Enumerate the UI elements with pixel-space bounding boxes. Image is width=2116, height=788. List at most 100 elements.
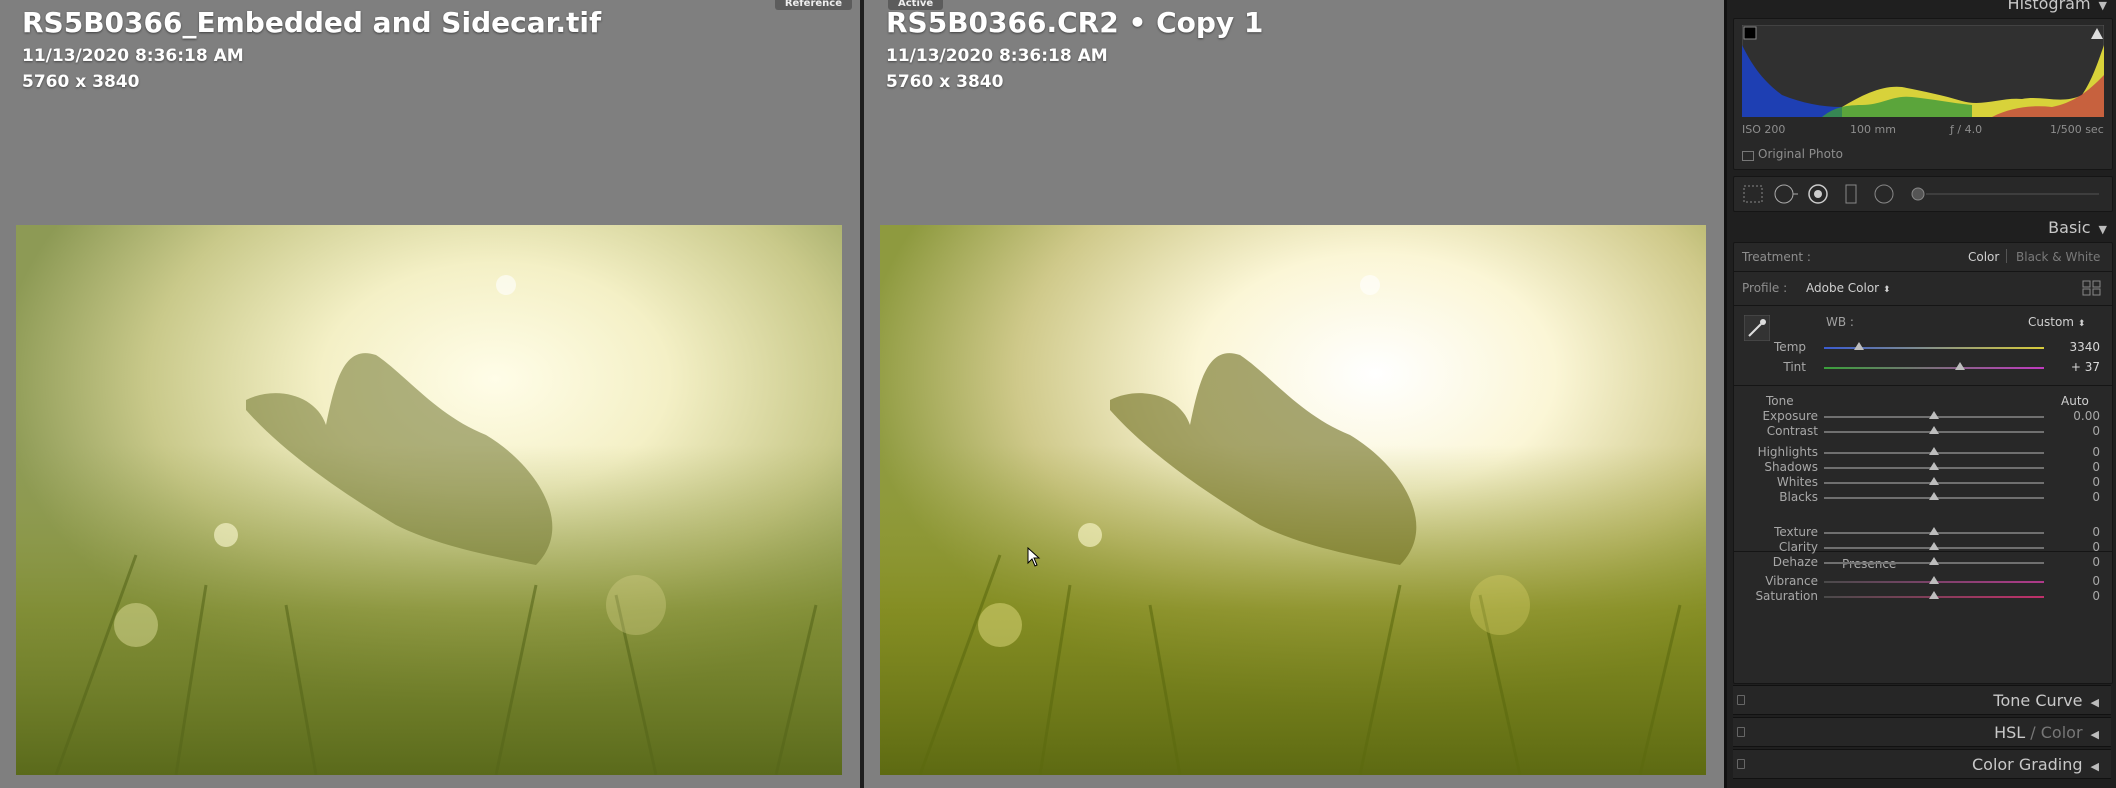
saturation-slider[interactable] (1824, 591, 2044, 599)
shadow-clipping-icon[interactable] (1743, 26, 1757, 40)
original-photo-label: Original Photo (1758, 147, 1844, 161)
presence-label: Presence (1842, 557, 1897, 571)
develop-right-panel: Histogram ▼ ISO 200 100 mm ƒ / 4.0 1/500 … (1724, 0, 2116, 788)
highlights-slider[interactable] (1824, 447, 2044, 455)
expand-triangle-icon[interactable]: ◀ (2091, 728, 2099, 741)
tint-label: Tint (1783, 360, 1806, 374)
highlights-label: Highlights (1757, 445, 1818, 459)
red-eye-icon[interactable] (1845, 184, 1857, 204)
collapse-triangle-icon[interactable]: ▼ (2099, 223, 2107, 236)
profile-dropdown[interactable]: Adobe Color ⬍ (1806, 281, 1890, 295)
expand-triangle-icon[interactable]: ◀ (2091, 760, 2099, 773)
vibrance-slider[interactable] (1824, 576, 2044, 584)
temp-slider[interactable] (1824, 342, 2044, 350)
dehaze-value[interactable]: 0 (2092, 555, 2100, 569)
saturation-value[interactable]: 0 (2092, 589, 2100, 603)
hsl-header[interactable]: HSL (1994, 723, 2025, 742)
highlights-slider-thumb[interactable] (1929, 447, 1939, 455)
panel-switch-icon[interactable] (1737, 759, 1745, 769)
tone-curve-header[interactable]: Tone Curve (1993, 691, 2082, 710)
color-grading-header[interactable]: Color Grading (1972, 755, 2083, 774)
original-photo-checkbox[interactable] (1742, 151, 1754, 161)
mouse-cursor-icon (1027, 547, 1041, 567)
blacks-value[interactable]: 0 (2092, 490, 2100, 504)
panel-switch-icon[interactable] (1737, 695, 1745, 705)
shadows-value[interactable]: 0 (2092, 460, 2100, 474)
treatment-bw-option[interactable]: Black & White (2016, 250, 2100, 264)
profile-browser-grid-icon[interactable] (2082, 280, 2102, 296)
expand-triangle-icon[interactable]: ◀ (2091, 696, 2099, 709)
histogram-aperture: ƒ / 4.0 (1950, 123, 1983, 136)
radial-icon[interactable] (1874, 184, 1894, 204)
tone-curve-panel[interactable]: Tone Curve ◀ (1733, 685, 2111, 715)
whites-slider-thumb[interactable] (1929, 477, 1939, 485)
brush-size-slider[interactable] (1911, 187, 2099, 201)
dehaze-slider[interactable] (1824, 557, 2044, 565)
exposure-label: Exposure (1762, 409, 1818, 423)
highlights-value[interactable]: 0 (2092, 445, 2100, 459)
clarity-slider-thumb[interactable] (1929, 542, 1939, 550)
basic-header[interactable]: Basic ▼ (2048, 218, 2107, 237)
temp-value[interactable]: 3340 (2069, 340, 2100, 354)
vibrance-value[interactable]: 0 (2092, 574, 2100, 588)
active-pane[interactable]: Active RS5B0366.CR2 • Copy 1 11/13/2020 … (864, 0, 1724, 788)
tint-value[interactable]: + 37 (2071, 360, 2100, 374)
histogram-chart[interactable] (1742, 25, 2104, 117)
treatment-color-option[interactable]: Color (1968, 250, 1999, 264)
tint-slider-thumb[interactable] (1955, 362, 1966, 370)
reference-tab[interactable]: Reference (774, 0, 852, 10)
saturation-label: Saturation (1755, 589, 1818, 603)
active-date: 11/13/2020 8:36:18 AM (886, 46, 1108, 66)
temp-slider-thumb[interactable] (1854, 342, 1865, 350)
contrast-slider[interactable] (1824, 426, 2044, 434)
contrast-slider-thumb[interactable] (1929, 426, 1939, 434)
exposure-value[interactable]: 0.00 (2073, 409, 2100, 423)
clarity-value[interactable]: 0 (2092, 540, 2100, 554)
texture-slider[interactable] (1824, 527, 2044, 535)
blacks-slider-thumb[interactable] (1929, 492, 1939, 500)
clarity-label: Clarity (1778, 540, 1818, 554)
vibrance-label: Vibrance (1765, 574, 1818, 588)
texture-label: Texture (1774, 525, 1818, 539)
histogram-iso: ISO 200 (1742, 123, 1786, 136)
masking-icon[interactable] (1808, 184, 1828, 204)
reference-title: RS5B0366_Embedded and Sidecar.tif (22, 6, 602, 39)
whites-slider[interactable] (1824, 477, 2044, 485)
vibrance-slider-thumb[interactable] (1929, 576, 1939, 584)
shadows-slider-thumb[interactable] (1929, 462, 1939, 470)
blacks-slider[interactable] (1824, 492, 2044, 500)
dehaze-slider-thumb[interactable] (1929, 557, 1939, 565)
eyedropper-icon[interactable] (1744, 315, 1770, 341)
panel-switch-icon[interactable] (1737, 727, 1745, 737)
reference-pane[interactable]: Reference RS5B0366_Embedded and Sidecar.… (0, 0, 860, 788)
collapse-triangle-icon[interactable]: ▼ (2099, 0, 2107, 12)
tool-strip (1733, 176, 2113, 212)
active-title: RS5B0366.CR2 • Copy 1 (886, 6, 1264, 39)
hsl-panel[interactable]: HSL / Color ◀ (1733, 717, 2111, 747)
active-dimensions: 5760 x 3840 (886, 72, 1004, 92)
treatment-label: Treatment : (1742, 250, 1811, 264)
histogram-header[interactable]: Histogram ▼ (2008, 0, 2107, 13)
auto-button[interactable]: Auto (2061, 394, 2089, 408)
color-header[interactable]: Color (2041, 723, 2083, 742)
histogram-shutter: 1/500 sec (2050, 123, 2104, 136)
tint-slider[interactable] (1824, 362, 2044, 370)
healing-icon[interactable] (1774, 184, 1798, 204)
reference-photo (16, 225, 842, 775)
clarity-slider[interactable] (1824, 542, 2044, 550)
crop-icon[interactable] (1743, 185, 1763, 203)
shadows-slider[interactable] (1824, 462, 2044, 470)
color-grading-panel[interactable]: Color Grading ◀ (1733, 749, 2111, 779)
wb-label: WB : (1826, 315, 1854, 329)
contrast-value[interactable]: 0 (2092, 424, 2100, 438)
texture-value[interactable]: 0 (2092, 525, 2100, 539)
exposure-slider-thumb[interactable] (1929, 411, 1939, 419)
histogram-panel: ISO 200 100 mm ƒ / 4.0 1/500 sec Origina… (1733, 18, 2113, 170)
wb-dropdown[interactable]: Custom ⬍ (2028, 315, 2085, 329)
texture-slider-thumb[interactable] (1929, 527, 1939, 535)
blacks-label: Blacks (1779, 490, 1818, 504)
exposure-slider[interactable] (1824, 411, 2044, 419)
active-photo (880, 225, 1706, 775)
whites-value[interactable]: 0 (2092, 475, 2100, 489)
saturation-slider-thumb[interactable] (1929, 591, 1939, 599)
